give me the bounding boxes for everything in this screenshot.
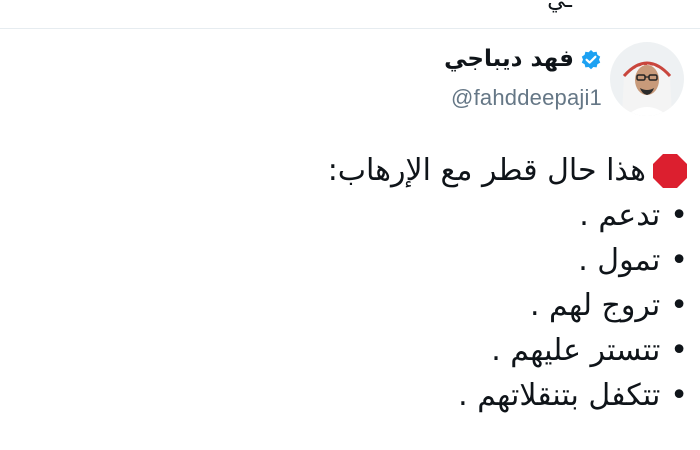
avatar[interactable] bbox=[610, 42, 684, 116]
list-item: • تروج لهم . bbox=[48, 283, 688, 328]
tweet-headline-line: هذا حال قطر مع الإرهاب: bbox=[48, 148, 688, 193]
list-item-text: تمول . bbox=[578, 243, 661, 278]
list-item: • تمول . bbox=[48, 238, 688, 283]
verified-badge-icon bbox=[580, 49, 602, 71]
stop-sign-icon bbox=[652, 153, 688, 189]
bullet-marker: • bbox=[670, 333, 688, 368]
tweet-headline: هذا حال قطر مع الإرهاب: bbox=[327, 153, 646, 188]
author-handle[interactable]: @fahddeepaji1 bbox=[451, 85, 602, 111]
list-item-text: تدعم . bbox=[579, 198, 661, 233]
list-item: • تتكفل بتنقلاتهم . bbox=[48, 373, 688, 418]
bullet-marker: • bbox=[670, 288, 688, 323]
author-name-row[interactable]: فهد ديباجي bbox=[444, 48, 602, 71]
bullet-marker: • bbox=[670, 378, 688, 413]
cropped-text: ـــــ ــــ ـــ ــــــ ـ ـــــ bbox=[492, 437, 682, 450]
previous-tweet-text: ـي bbox=[547, 0, 572, 13]
list-item-text: تتكفل بتنقلاتهم . bbox=[458, 378, 661, 413]
list-item: • تتستر عليهم . bbox=[48, 328, 688, 373]
list-item-text: تروج لهم . bbox=[529, 288, 661, 323]
bullet-marker: • bbox=[670, 243, 688, 278]
previous-tweet-fragment: ـي bbox=[0, 0, 700, 29]
bullet-marker: • bbox=[670, 198, 688, 233]
tweet-text: هذا حال قطر مع الإرهاب: • تدعم . • تمول … bbox=[48, 148, 688, 418]
author-name[interactable]: فهد ديباجي bbox=[444, 48, 574, 71]
list-item-text: تتستر عليهم . bbox=[491, 333, 661, 368]
avatar-image bbox=[610, 42, 684, 116]
list-item: • تدعم . bbox=[48, 193, 688, 238]
cropped-next-line: ـــــ ــــ ـــ ــــــ ـ ـــــ bbox=[0, 437, 700, 450]
